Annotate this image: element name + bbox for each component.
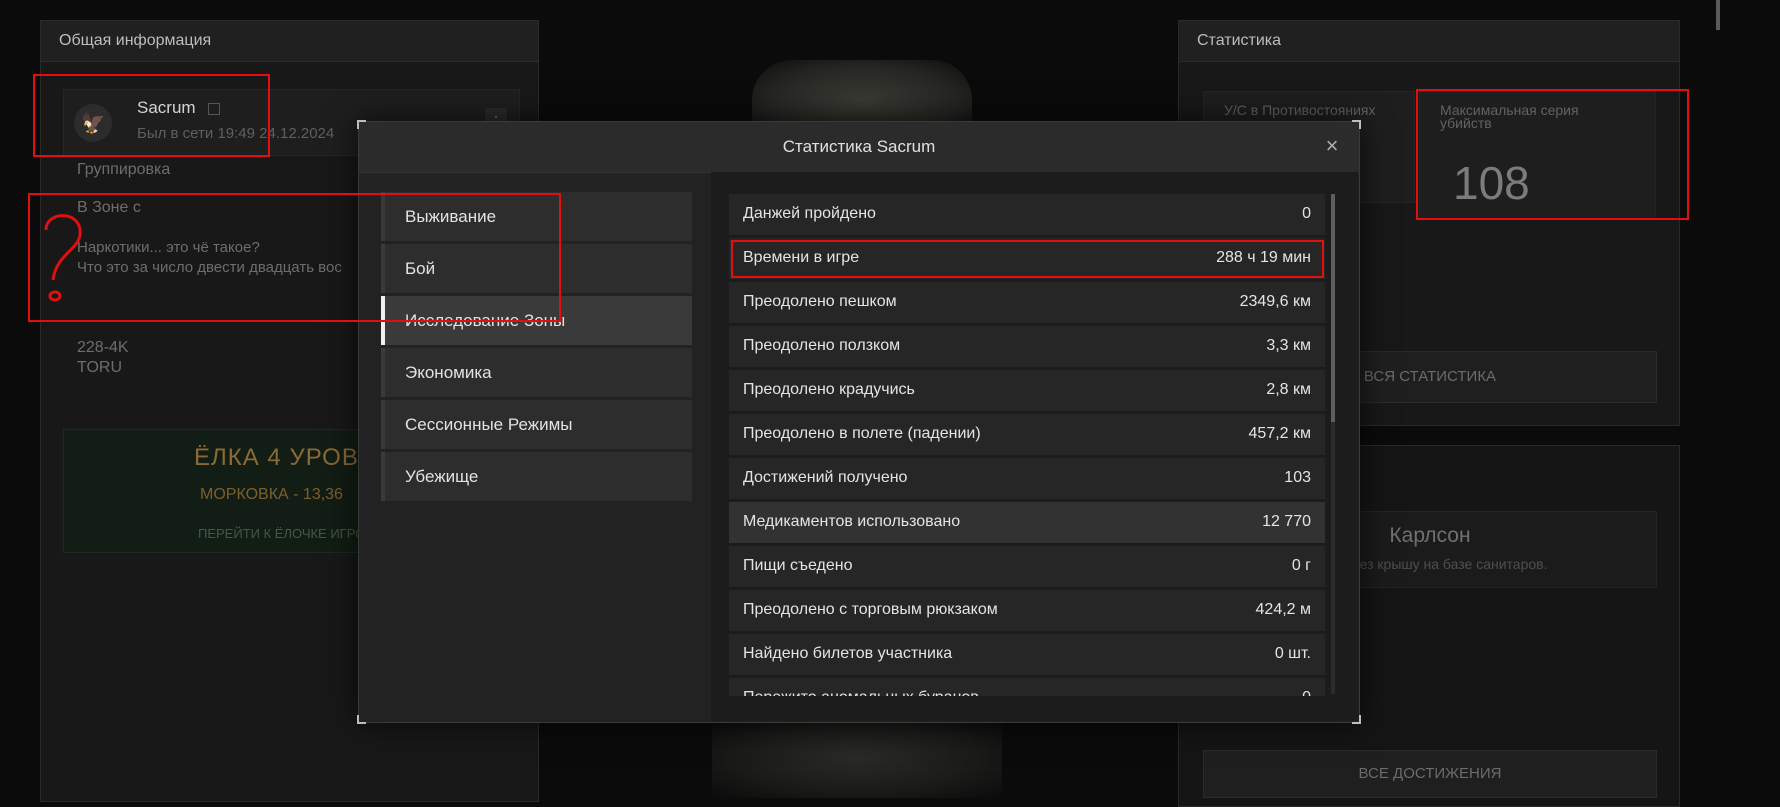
eagle-icon: 🦅	[80, 112, 106, 135]
stat-value: 2,8 км	[1266, 381, 1311, 398]
stat-key: Преодолено с торговым рюкзаком	[743, 601, 998, 618]
max-killstreak-value: 108	[1453, 157, 1530, 209]
stat-key: Данжей пройдено	[743, 205, 876, 222]
category-shelter[interactable]: Убежище	[381, 452, 692, 501]
stat-value: 2349,6 км	[1239, 293, 1311, 310]
stat-key: Преодолено ползком	[743, 337, 901, 354]
stat-value: 12 770	[1262, 513, 1311, 530]
promo-title: ЁЛКА 4 УРОВН	[194, 444, 378, 471]
page-scrollbar[interactable]	[1716, 0, 1720, 30]
max-killstreak-card: Максимальная серия убийств 108	[1419, 91, 1656, 220]
max-killstreak-title: Максимальная серия убийств	[1440, 102, 1579, 131]
category-survival[interactable]: Выживание	[381, 192, 692, 241]
copy-icon[interactable]	[208, 102, 221, 115]
category-zone-exploration[interactable]: Исследование Зоны	[381, 296, 692, 345]
clan-tag: 228-4K	[77, 339, 129, 356]
stat-key: Преодолено пешком	[743, 293, 897, 310]
stat-value: 0	[1302, 205, 1311, 222]
scroll-thumb[interactable]	[1331, 194, 1335, 422]
stat-row: Медикаментов использовано 12 770	[729, 502, 1325, 543]
all-achievements-button[interactable]: ВСЕ ДОСТИЖЕНИЯ	[1203, 750, 1657, 798]
stat-key: Достижений получено	[743, 469, 908, 486]
stat-value: 0 шт.	[1274, 645, 1311, 662]
stat-value: 0	[1302, 689, 1311, 696]
stat-row: Преодолено пешком 2349,6 км	[729, 282, 1325, 323]
bio-line-2: Что это за число двести двадцать вос	[77, 259, 342, 276]
general-info-header: Общая информация	[41, 21, 538, 62]
category-session-modes[interactable]: Сессионные Режимы	[381, 400, 692, 449]
stat-row: Времени в игре 288 ч 19 мин	[729, 238, 1325, 279]
character-model-legs	[712, 718, 1002, 798]
stat-row: Пережито аномальных буранов 0	[729, 678, 1325, 696]
stat-value: 103	[1284, 469, 1311, 486]
group-label: Группировка	[77, 161, 171, 178]
stats-area: Данжей пройдено 0 Времени в игре 288 ч 19 …	[711, 172, 1358, 721]
player-name: Sacrum	[137, 98, 196, 117]
stat-row: Найдено билетов участника 0 шт.	[729, 634, 1325, 675]
close-icon[interactable]: ×	[1321, 135, 1343, 157]
stat-value: 424,2 м	[1255, 601, 1311, 618]
modal-title: Статистика Sacrum	[782, 137, 936, 156]
avatar: 🦅	[74, 104, 112, 142]
category-combat[interactable]: Бой	[381, 244, 692, 293]
bio-line-1: Наркотики... это чё такое?	[77, 239, 260, 256]
stats-list[interactable]: Данжей пройдено 0 Времени в игре 288 ч 19 …	[729, 194, 1325, 696]
stat-value: 3,3 км	[1266, 337, 1311, 354]
stat-key: Найдено билетов участника	[743, 645, 953, 662]
stat-key: Пищи съедено	[743, 557, 853, 574]
last-seen: Был в сети 19:49 24.12.2024	[137, 125, 335, 142]
modal-header: Статистика Sacrum ×	[359, 122, 1359, 173]
stat-key: Преодолено в полете (падении)	[743, 425, 981, 442]
stat-key: Пережито аномальных буранов	[743, 689, 979, 696]
statistics-header: Статистика	[1179, 21, 1679, 62]
pvp-kd-title: У/С в Противостояниях	[1224, 102, 1376, 118]
stat-row: Преодолено ползком 3,3 км	[729, 326, 1325, 367]
stat-value: 0 г	[1291, 557, 1311, 574]
stat-key: Времени в игре	[743, 249, 860, 266]
stat-key: Медикаментов использовано	[743, 513, 961, 530]
stat-row: Преодолено в полете (падении) 457,2 км	[729, 414, 1325, 455]
stat-row: Пищи съедено 0 г	[729, 546, 1325, 587]
stat-row: Преодолено крадучись 2,8 км	[729, 370, 1325, 411]
corner-mark	[357, 715, 366, 724]
stat-value: 457,2 км	[1248, 425, 1311, 442]
stat-key: Преодолено крадучись	[743, 381, 915, 398]
promo-link[interactable]: ПЕРЕЙТИ К ЁЛОЧКЕ ИГРОК	[198, 526, 373, 541]
clan-name: TORU	[77, 359, 123, 376]
stats-scrollbar[interactable]	[1331, 194, 1335, 694]
stat-row: Данжей пройдено 0	[729, 194, 1325, 235]
annotation-question-mark	[44, 214, 82, 302]
stat-row: Достижений получено 103	[729, 458, 1325, 499]
stats-modal: Статистика Sacrum × Выживание Бой Исслед…	[357, 120, 1361, 724]
category-economy[interactable]: Экономика	[381, 348, 692, 397]
category-list: Выживание Бой Исследование Зоны Экономик…	[381, 192, 692, 504]
promo-subtitle: МОРКОВКА - 13,36	[200, 486, 343, 503]
stat-row: Преодолено с торговым рюкзаком 424,2 м	[729, 590, 1325, 631]
stat-value: 288 ч 19 мин	[1216, 249, 1311, 266]
